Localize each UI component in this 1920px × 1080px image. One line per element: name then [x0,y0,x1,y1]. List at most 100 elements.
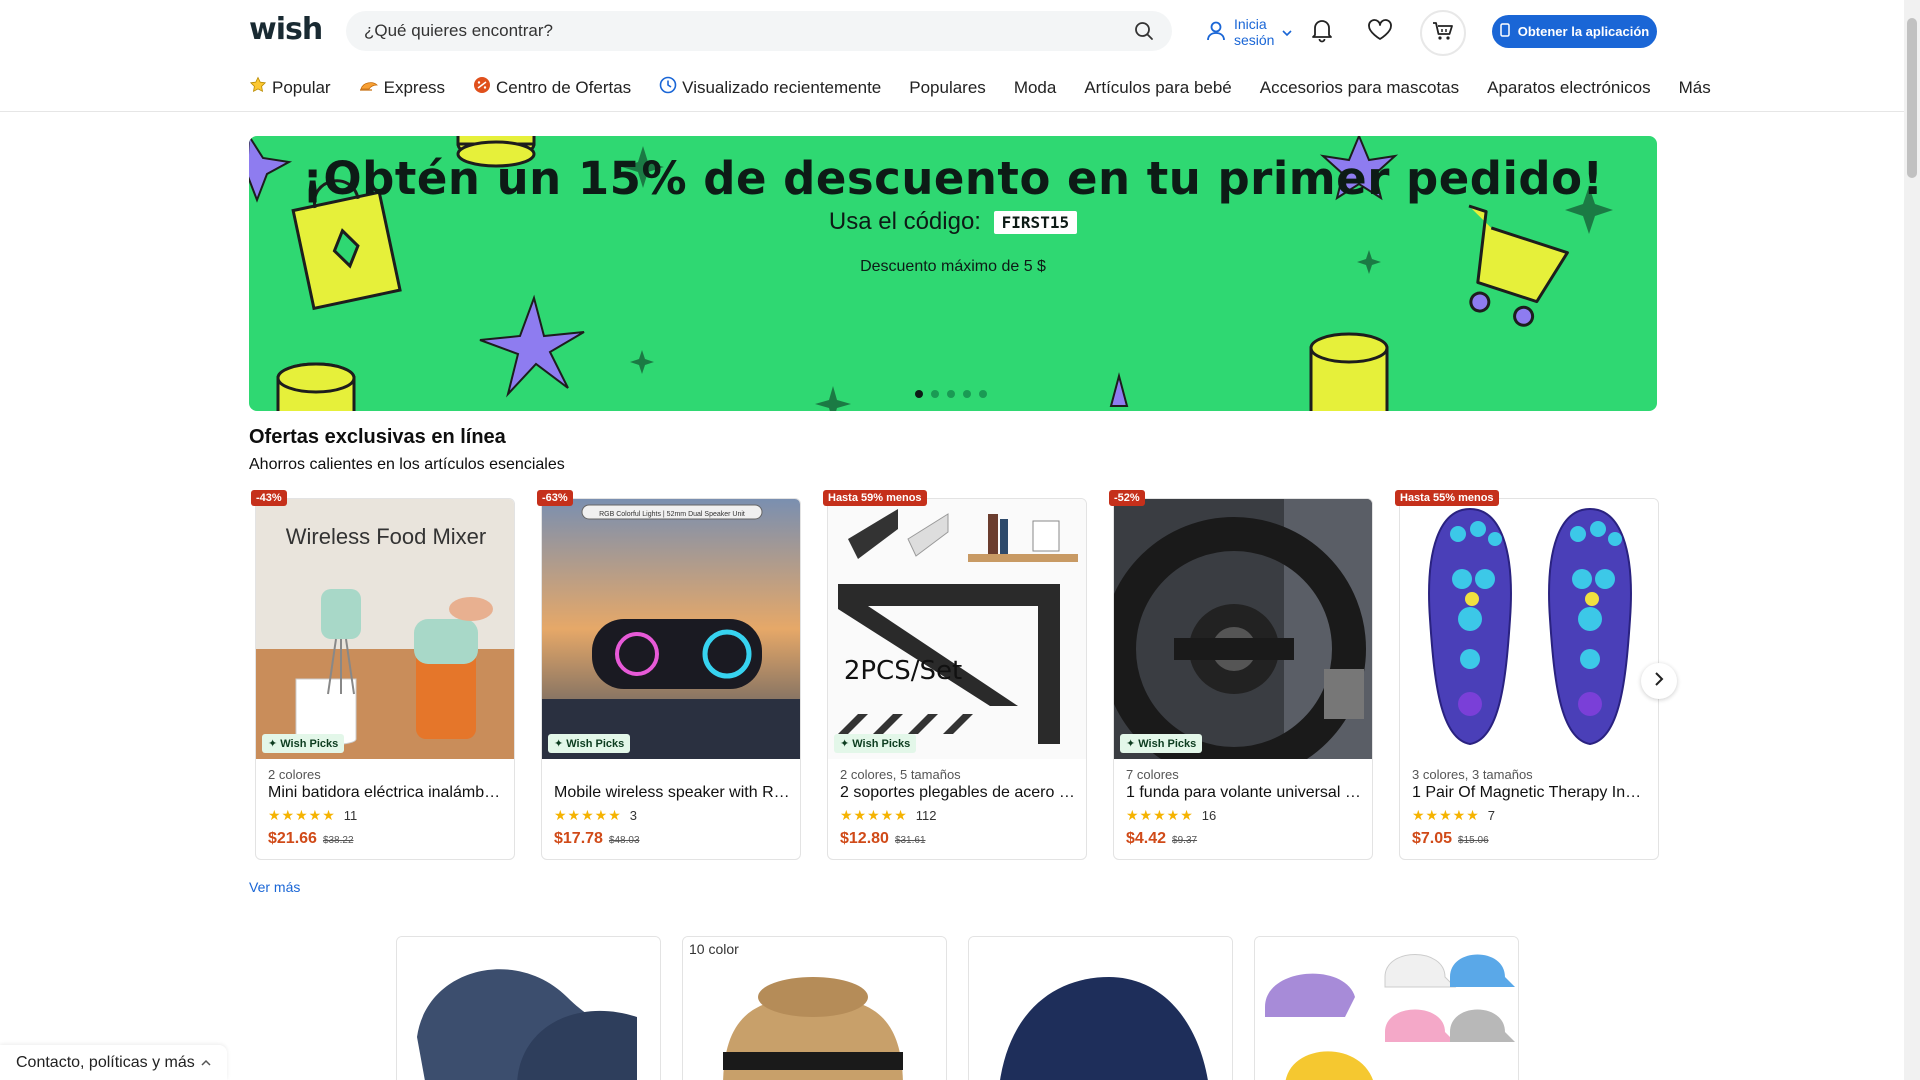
product-variants: 3 colores, 3 tamaños [1412,767,1533,782]
product-price: $21.66 [268,830,317,847]
nav-item-label: Aparatos electrónicos [1487,77,1651,97]
carousel-dot[interactable] [947,390,955,398]
nav-item-label: Populares [909,77,986,97]
nav-item-populares[interactable]: Populares [909,78,986,98]
get-app-label: Obtener la aplicación [1517,24,1650,39]
nav-item-label: Moda [1013,77,1057,97]
category-tiles: 10 color [396,936,1519,1080]
carousel-dot[interactable] [979,390,987,398]
product-image-caption: 2PCS/Set [844,656,962,686]
chevron-up-icon [201,1054,211,1072]
product-image: RGB Colorful Lights | 52mm Dual Speaker … [542,499,800,759]
chevron-down-icon [1282,24,1292,40]
product-image: 2PCS/Set ✦ Wish Picks [828,499,1086,759]
product-image-caption: Wireless Food Mixer [286,524,486,549]
discount-badge: -63% [537,490,573,506]
nav-item-label: Artículos para bebé [1084,77,1232,97]
product-card[interactable]: 2PCS/Set ✦ Wish Picks 2 colores, 5 tamañ… [827,498,1087,860]
section-title: Ofertas exclusivas en línea [249,426,506,448]
footer-label: Contacto, políticas y más [16,1053,195,1071]
product-image: ✦ Wish Picks [1114,499,1372,759]
nav-item-express[interactable]: Express [359,78,445,98]
discount-badge: Hasta 55% menos [1395,490,1499,506]
discount-badge: -52% [1109,490,1145,506]
product-card[interactable]: Wireless Food Mixer ✦ Wish Picks 2 color… [255,498,515,860]
star-icon [249,76,272,99]
nav-item-deals-center[interactable]: Centro de Ofertas [473,76,631,99]
cart-icon [1432,21,1454,46]
banner-subtitle: Descuento máximo de 5 $ [860,258,1046,275]
product-price: $12.80 [840,830,889,847]
search-input[interactable] [364,21,1134,41]
nav-item-label: Centro de Ofertas [496,77,632,97]
header: wish Inicia sesión Obtener la aplicación [0,0,1904,112]
rating-stars: ★★★★★ [268,807,336,823]
nav-item-bebe[interactable]: Artículos para bebé [1084,78,1231,98]
get-app-button[interactable]: Obtener la aplicación [1492,15,1657,48]
promo-banner[interactable]: ¡Obtén un 15% de descuento en tu primer … [249,136,1657,411]
product-price: $4.42 [1126,830,1167,847]
carousel-dot[interactable] [915,390,923,398]
login-button[interactable]: Inicia sesión [1206,16,1292,48]
product-price: $17.78 [554,830,603,847]
nav-item-recently-viewed[interactable]: Visualizado recientemente [659,76,881,99]
carousel-next-button[interactable] [1641,663,1677,699]
rating-stars: ★★★★★ [1126,807,1194,823]
product-card[interactable]: 3 colores, 3 tamaños 1 Pair Of Magnetic … [1399,498,1659,860]
wish-picks-tag: ✦ Wish Picks [1120,734,1203,753]
cart-button[interactable] [1420,10,1466,56]
bell-icon[interactable] [1310,17,1334,43]
product-old-price: $9.37 [1172,835,1198,846]
clock-icon [659,76,682,99]
product-variants: 7 colores [1126,767,1179,782]
banner-code-line: Usa el código: FIRST15 [249,208,1657,236]
category-tile[interactable]: 10 color [682,936,947,1080]
page-scrollbar[interactable] [1904,0,1920,1080]
wish-picks-tag: ✦ Wish Picks [262,734,345,753]
product-name: 2 soportes plegables de acero inoxidable [840,784,1076,801]
nav-item-moda[interactable]: Moda [1014,78,1057,98]
product-card[interactable]: RGB Colorful Lights | 52mm Dual Speaker … [541,498,801,860]
section-subtitle: Ahorros calientes en los artículos esenc… [249,456,565,473]
see-more-link[interactable]: Ver más [249,879,300,895]
rating-stars: ★★★★★ [840,807,908,823]
product-variants: 2 colores [268,767,321,782]
nav-item-mascotas[interactable]: Accesorios para mascotas [1260,78,1459,98]
wish-picks-tag: ✦ Wish Picks [834,734,917,753]
heart-icon[interactable] [1367,18,1393,42]
carousel-dot[interactable] [931,390,939,398]
nav-item-label: Express [383,77,446,97]
product-name: 1 funda para volante universal antidesli… [1126,784,1362,801]
wish-logo[interactable]: wish [249,12,323,47]
category-tile[interactable] [968,936,1233,1080]
carousel-dot[interactable] [963,390,971,398]
user-icon [1206,20,1226,45]
product-price: $7.05 [1412,830,1453,847]
category-tile[interactable] [1254,936,1519,1080]
product-old-price: $38.22 [322,835,354,846]
phone-icon [1500,23,1510,40]
nav-item-mas[interactable]: Más [1679,78,1711,98]
product-variants [554,767,790,783]
product-name: Mobile wireless speaker with RGB lights [554,784,790,801]
category-tile-label: 10 color [689,941,739,957]
search-icon[interactable] [1134,21,1154,41]
product-name: 1 Pair Of Magnetic Therapy Insoles [1412,784,1648,801]
product-name: Mini batidora eléctrica inalámbrica [268,784,504,801]
product-old-price: $15.06 [1458,835,1489,846]
product-old-price: $48.03 [608,835,640,846]
product-card[interactable]: ✦ Wish Picks 7 colores 1 funda para vola… [1113,498,1373,860]
nav-item-electronicos[interactable]: Aparatos electrónicos [1487,78,1650,98]
banner-title: ¡Obtén un 15% de descuento en tu primer … [302,152,1604,205]
scrollbar-thumb[interactable] [1907,18,1917,178]
search-bar[interactable] [346,11,1172,51]
category-tile[interactable] [396,936,661,1080]
nav-item-label: Accesorios para mascotas [1259,77,1460,97]
nav-item-popular[interactable]: Popular [249,76,331,99]
rating-stars: ★★★★★ [1412,807,1480,823]
footer-links-toggle[interactable]: Contacto, políticas y más [0,1045,227,1080]
banner-code-prefix: Usa el código: [828,208,981,235]
nav-item-label: Más [1678,77,1711,97]
carousel-dots [915,390,987,398]
product-image: Wireless Food Mixer ✦ Wish Picks [256,499,514,759]
